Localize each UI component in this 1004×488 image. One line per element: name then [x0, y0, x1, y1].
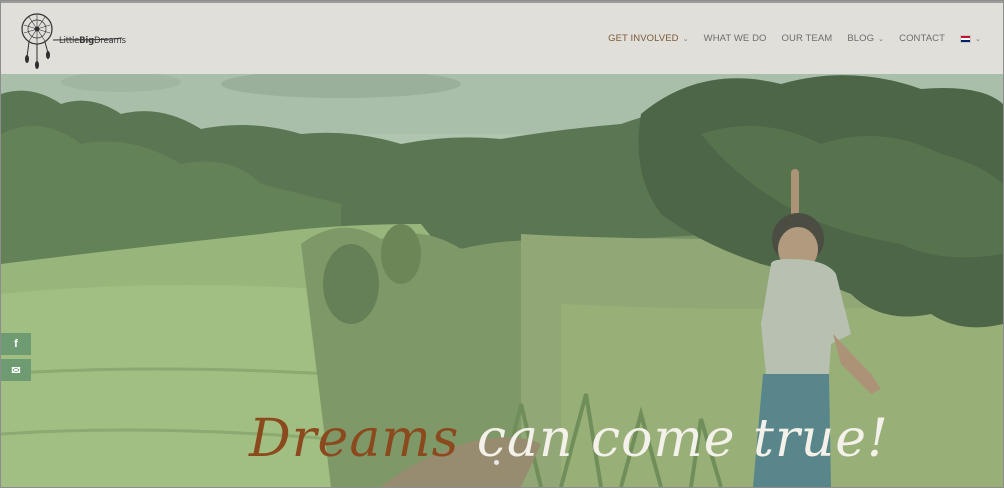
nav-get-involved[interactable]: GET INVOLVED ⌄ — [608, 33, 689, 44]
nav-what-we-do[interactable]: WHAT WE DO — [704, 33, 767, 44]
slider-dot[interactable] — [494, 460, 499, 465]
tagline-rest: can come true! — [459, 409, 889, 469]
logo-text-suffix: Dreams — [94, 36, 126, 46]
uk-flag-icon — [960, 34, 972, 43]
hero-tagline: Dreams can come true! — [249, 409, 889, 469]
browser-frame: LittleBigDreams GET INVOLVED ⌄ WHAT WE D… — [0, 0, 1004, 488]
nav-contact[interactable]: CONTACT — [899, 33, 945, 44]
hero-banner: f ✉ Dreams can come true! — [1, 74, 1003, 487]
chevron-down-icon: ⌄ — [682, 35, 689, 43]
chevron-down-icon: ⌄ — [878, 35, 885, 43]
nav-label: OUR TEAM — [781, 33, 833, 44]
nav-label: WHAT WE DO — [703, 33, 767, 44]
logo-text-prefix: Little — [59, 36, 80, 46]
nav-label: BLOG — [847, 33, 875, 44]
email-share-button[interactable]: ✉ — [1, 359, 31, 381]
nav-label: CONTACT — [899, 33, 946, 44]
nav-blog[interactable]: BLOG ⌄ — [847, 33, 884, 44]
site-logo[interactable]: LittleBigDreams — [19, 13, 129, 71]
chevron-down-icon: ⌄ — [975, 35, 981, 43]
nav-our-team[interactable]: OUR TEAM — [782, 33, 833, 44]
tagline-highlight: Dreams — [249, 409, 460, 469]
facebook-icon: f — [14, 338, 18, 350]
facebook-share-button[interactable]: f — [1, 333, 31, 355]
logo-text-bold: Big — [79, 36, 95, 46]
main-nav: GET INVOLVED ⌄ WHAT WE DO OUR TEAM BLOG … — [593, 33, 981, 44]
logo-wordmark: LittleBigDreams — [59, 36, 126, 46]
mail-icon: ✉ — [11, 364, 21, 377]
nav-label: GET INVOLVED — [608, 33, 679, 44]
site-header: LittleBigDreams GET INVOLVED ⌄ WHAT WE D… — [1, 3, 1003, 74]
language-switcher[interactable]: ⌄ — [960, 33, 981, 44]
